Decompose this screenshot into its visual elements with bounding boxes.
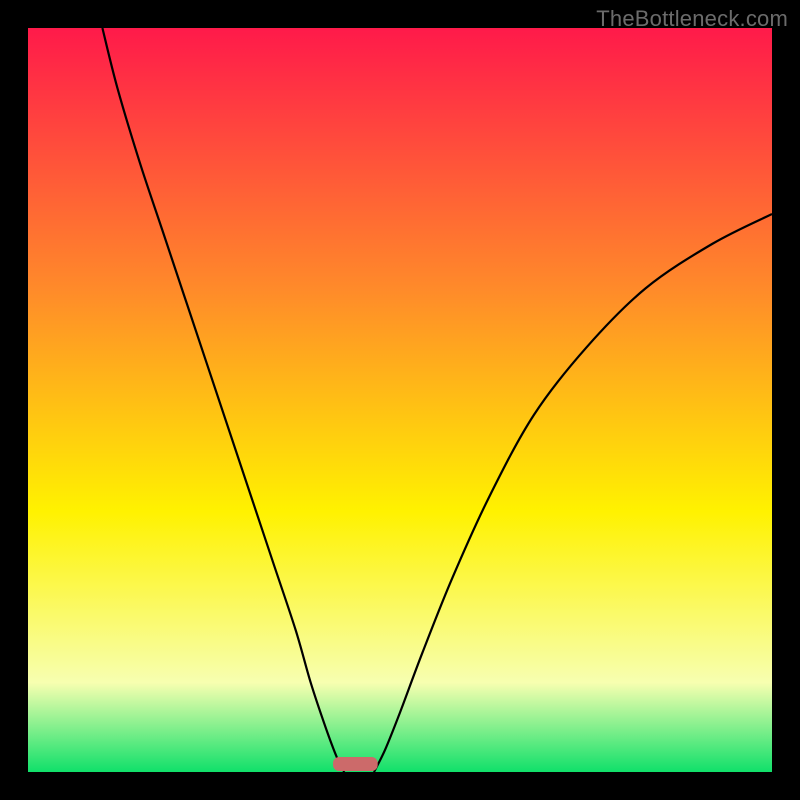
gradient-background xyxy=(28,28,772,772)
chart-frame xyxy=(28,28,772,772)
watermark-text: TheBottleneck.com xyxy=(596,6,788,32)
bottleneck-chart xyxy=(28,28,772,772)
optimum-marker xyxy=(333,757,378,771)
